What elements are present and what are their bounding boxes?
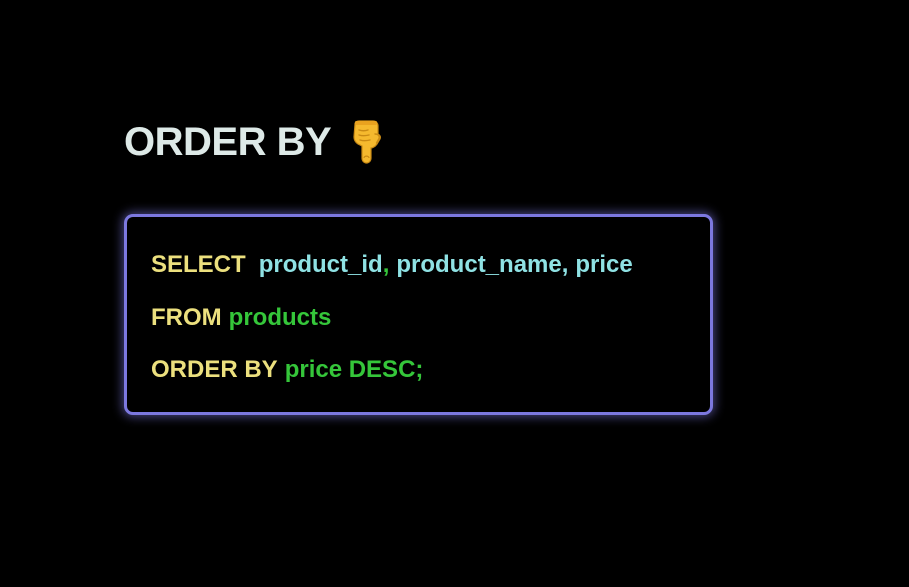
keyword-order-by: ORDER BY: [151, 356, 278, 383]
column-separator: ,: [382, 251, 390, 278]
code-line-order-by: ORDER BY price DESC;: [151, 355, 423, 385]
code-line-select: SELECT product_id, product_name, price: [151, 250, 633, 280]
code-block: SELECT product_id, product_name, price FROM…: [124, 214, 713, 415]
column-product-id: product_id: [258, 251, 383, 278]
page-title: ORDER BY: [124, 116, 385, 168]
keyword-from: FROM: [151, 304, 222, 331]
column-product-name: product_name,: [396, 251, 569, 278]
slide: ORDER BY SELECT product_id, product_name, p…: [0, 0, 909, 587]
column-price: price: [575, 251, 633, 278]
keyword-select: SELECT: [151, 251, 246, 278]
title-text: ORDER BY: [124, 119, 332, 164]
pointing-down-hand-icon: [349, 120, 385, 164]
order-expression: price DESC;: [284, 356, 424, 383]
code-line-from: FROM products: [151, 303, 331, 333]
table-name: products: [228, 304, 332, 331]
